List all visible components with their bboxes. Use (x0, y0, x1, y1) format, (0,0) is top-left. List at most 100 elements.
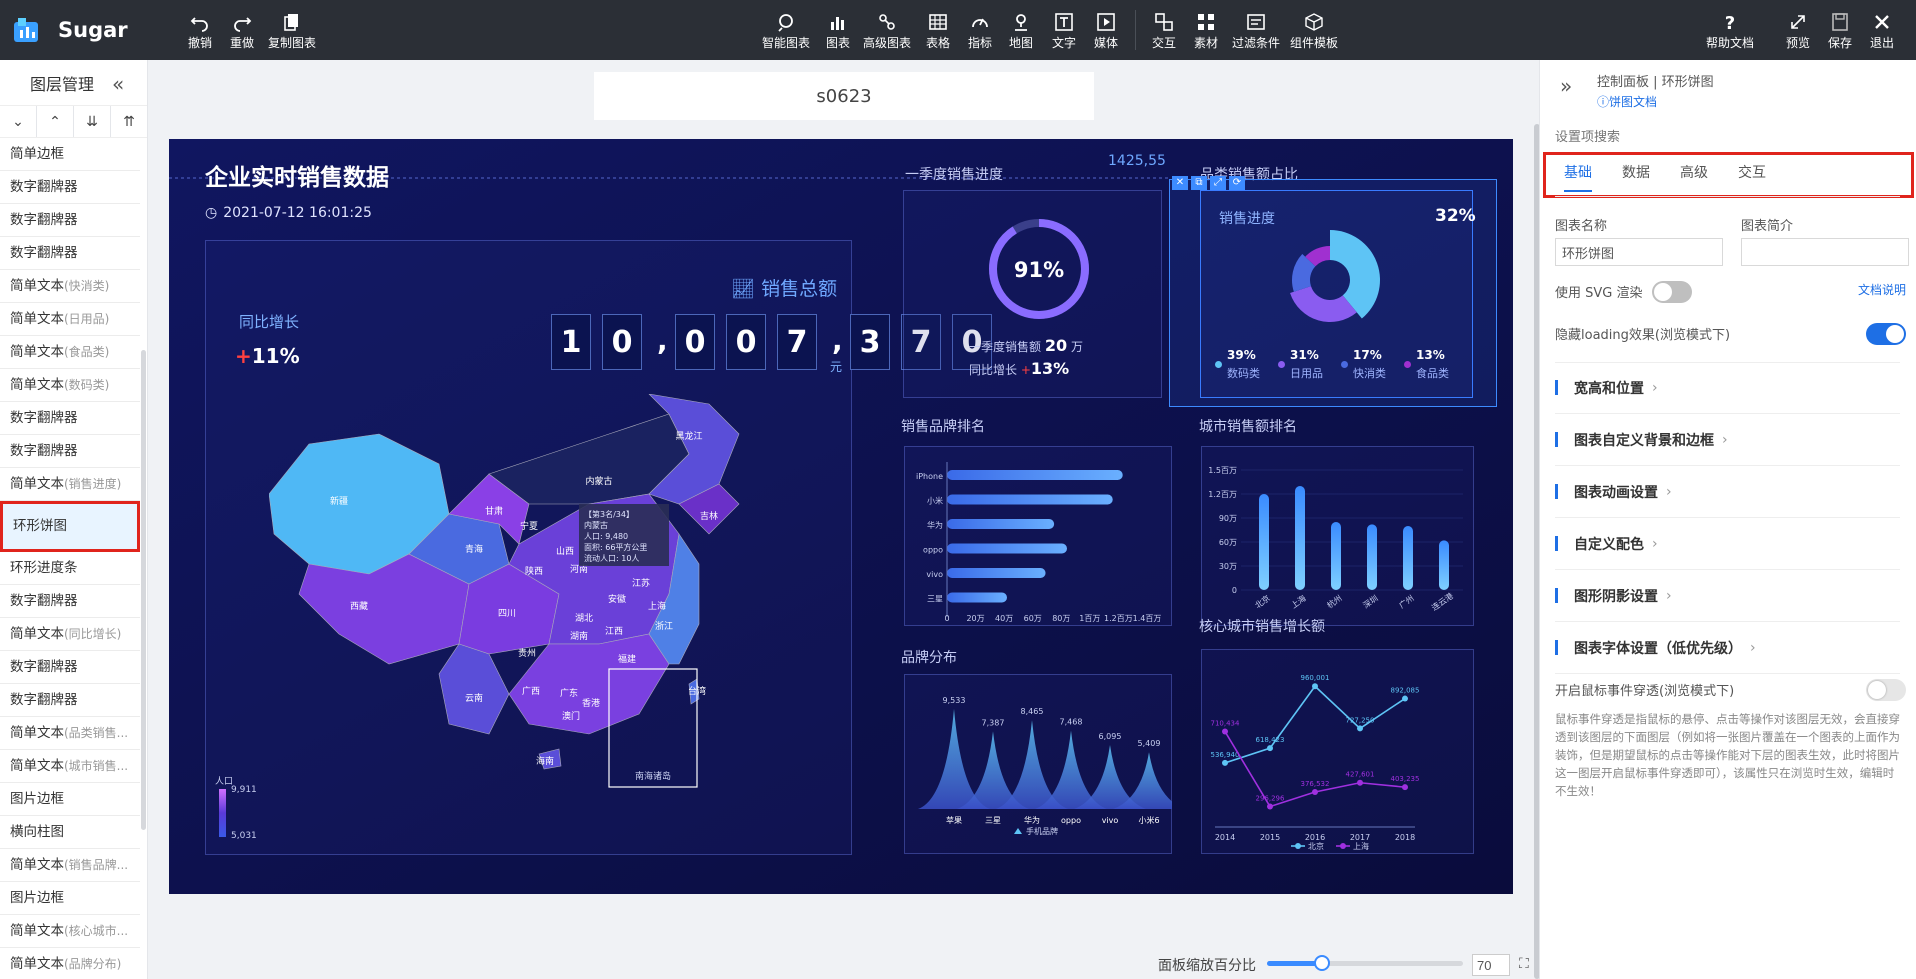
mouse-pass-toggle[interactable] (1866, 679, 1906, 701)
media-button[interactable]: 媒体 (1094, 12, 1118, 51)
layer-item[interactable]: 数字翻牌器 (0, 171, 140, 204)
redo-button[interactable]: 重做 (230, 12, 254, 51)
move-top-button[interactable]: ⇈ (111, 106, 147, 137)
expand-panel-icon[interactable]: » (1560, 74, 1572, 98)
series-line (1224, 685, 1406, 764)
settings-section[interactable]: 宽高和位置 › (1555, 362, 1900, 414)
layer-item[interactable]: 数字翻牌器 (0, 402, 140, 435)
component-template-button[interactable]: 组件模板 (1290, 12, 1338, 51)
layer-item[interactable]: 图片边框 (0, 783, 140, 816)
settings-section[interactable]: 图表字体设置（低优先级） › (1555, 622, 1900, 674)
settings-section[interactable]: 图表动画设置 › (1555, 466, 1900, 518)
advanced-chart-button[interactable]: 高级图表 (863, 12, 911, 51)
table-button[interactable]: 表格 (926, 12, 950, 51)
layer-item[interactable]: 环形饼图 (0, 501, 140, 552)
copy-icon[interactable]: ⧉ (1191, 176, 1207, 190)
exit-button[interactable]: 退出 (1870, 12, 1894, 51)
layer-item[interactable]: 简单文本(销售品牌... (0, 849, 140, 882)
fit-screen-icon[interactable]: ⛶ (1519, 956, 1529, 972)
collapse-panel-icon[interactable]: « (112, 72, 124, 96)
move-down-button[interactable]: ⌄ (0, 106, 37, 137)
legend-label: 北京 (1308, 841, 1324, 851)
layer-item[interactable]: 简单文本(数码类) (0, 369, 140, 402)
map-region-label: 江西 (605, 626, 623, 637)
layer-item[interactable]: 环形进度条 (0, 552, 140, 585)
layer-item[interactable]: 数字翻牌器 (0, 204, 140, 237)
layer-item[interactable]: 简单边框 (0, 138, 140, 171)
save-button[interactable]: 保存 (1828, 12, 1852, 51)
layer-item-label: 数字翻牌器 (10, 593, 78, 609)
svg-render-toggle[interactable] (1652, 281, 1692, 303)
copy-chart-button[interactable]: 复制图表 (268, 12, 316, 51)
settings-search-input[interactable] (1555, 124, 1895, 148)
material-button[interactable]: 素材 (1194, 12, 1218, 51)
settings-section[interactable]: 图形阴影设置 › (1555, 570, 1900, 622)
layer-item-label: 横向柱图 (10, 824, 64, 840)
legend-dot (1404, 361, 1411, 368)
dashboard-datetime: ◷ 2021-07-12 16:01:25 (205, 205, 372, 221)
dashboard-canvas[interactable]: 企业实时销售数据 ◷ 2021-07-12 16:01:25 📈︎ 销售总额 同比… (169, 139, 1513, 894)
undo-button[interactable]: 撤销 (188, 12, 212, 51)
text-button[interactable]: 文字 (1052, 12, 1076, 51)
table-label: 表格 (926, 36, 951, 50)
filter-button[interactable]: 过滤条件 (1232, 12, 1280, 51)
component-template-label: 组件模板 (1290, 36, 1339, 50)
tab-0[interactable]: 基础 (1564, 162, 1592, 192)
point-label: 618,423 (1256, 736, 1285, 744)
layer-list-scrollbar[interactable] (141, 350, 146, 830)
fullscreen-icon[interactable]: ⤢ (1210, 176, 1226, 190)
layer-item[interactable]: 简单文本(日用品) (0, 303, 140, 336)
mouse-pass-description: 鼠标事件穿透是指鼠标的悬停、点击等操作对该图层无效，会直接穿透到该图层的下面图层… (1555, 712, 1900, 798)
tab-1[interactable]: 数据 (1622, 162, 1650, 192)
help-button[interactable]: ? 帮助文档 (1706, 12, 1754, 51)
layer-item[interactable]: 图片边框 (0, 882, 140, 915)
map-region-label: 安徽 (608, 593, 626, 605)
preview-button[interactable]: 预览 (1786, 12, 1810, 51)
map-tooltip-line: 【第3名/34】 (584, 509, 634, 519)
layer-item[interactable]: 简单文本(快消类) (0, 270, 140, 303)
tab-2[interactable]: 高级 (1680, 162, 1708, 192)
smart-chart-button[interactable]: 智能图表 (762, 12, 810, 51)
interaction-button[interactable]: 交互 (1152, 12, 1176, 51)
tab-3[interactable]: 交互 (1738, 162, 1766, 192)
chevron-down-icon: ⌄ (12, 113, 24, 130)
doc-note-link[interactable]: 文档说明 (1858, 281, 1906, 298)
settings-section[interactable]: 自定义配色 › (1555, 518, 1900, 570)
layer-item-sub: (品牌分布) (64, 957, 122, 971)
layer-item[interactable]: 数字翻牌器 (0, 237, 140, 270)
category-pct: 39% (1227, 348, 1256, 362)
layer-item[interactable]: 简单文本(城市销售... (0, 750, 140, 783)
chart-button[interactable]: 图表 (826, 12, 850, 51)
layer-item[interactable]: 数字翻牌器 (0, 585, 140, 618)
pie-doc-link[interactable]: ⓘ饼图文档 (1597, 93, 1657, 110)
zoom-input[interactable] (1472, 954, 1510, 976)
settings-section[interactable]: 图表自定义背景和边框 › (1555, 414, 1900, 466)
layer-item[interactable]: 横向柱图 (0, 816, 140, 849)
hide-loading-toggle[interactable] (1866, 323, 1906, 345)
refresh-icon[interactable]: ⟳ (1229, 176, 1245, 190)
zoom-slider-handle[interactable] (1313, 955, 1330, 971)
chart-desc-input[interactable] (1741, 238, 1909, 266)
close-icon[interactable]: ✕ (1172, 176, 1188, 190)
move-up-button[interactable]: ⌃ (37, 106, 74, 137)
clock-icon: ◷ (205, 205, 218, 221)
layer-item[interactable]: 数字翻牌器 (0, 435, 140, 468)
y-tick-label: 1.2百万 (1208, 490, 1237, 499)
chart-name-input[interactable] (1555, 238, 1723, 266)
layer-item[interactable]: 简单文本(同比增长) (0, 618, 140, 651)
layer-item[interactable]: 简单文本(品类销售... (0, 717, 140, 750)
layer-item[interactable]: 简单文本(核心城市... (0, 915, 140, 948)
map-button[interactable]: 地图 (1009, 12, 1033, 51)
layer-item[interactable]: 数字翻牌器 (0, 651, 140, 684)
layer-item[interactable]: 简单文本(食品类) (0, 336, 140, 369)
layer-item[interactable]: 数字翻牌器 (0, 684, 140, 717)
canvas-title[interactable]: s0623 (594, 72, 1094, 120)
x-category-label: 小米6 (1138, 815, 1159, 825)
zoom-slider[interactable] (1267, 955, 1463, 971)
indicator-button[interactable]: 指标 (968, 12, 992, 51)
q1-sales: 一季度销售额 20 万 (969, 336, 1083, 355)
x-tick-label: 80万 (1052, 614, 1070, 623)
layer-item[interactable]: 简单文本(销售进度) (0, 468, 140, 501)
layer-item[interactable]: 简单文本(品牌分布) (0, 948, 140, 979)
move-bottom-button[interactable]: ⇊ (74, 106, 111, 137)
